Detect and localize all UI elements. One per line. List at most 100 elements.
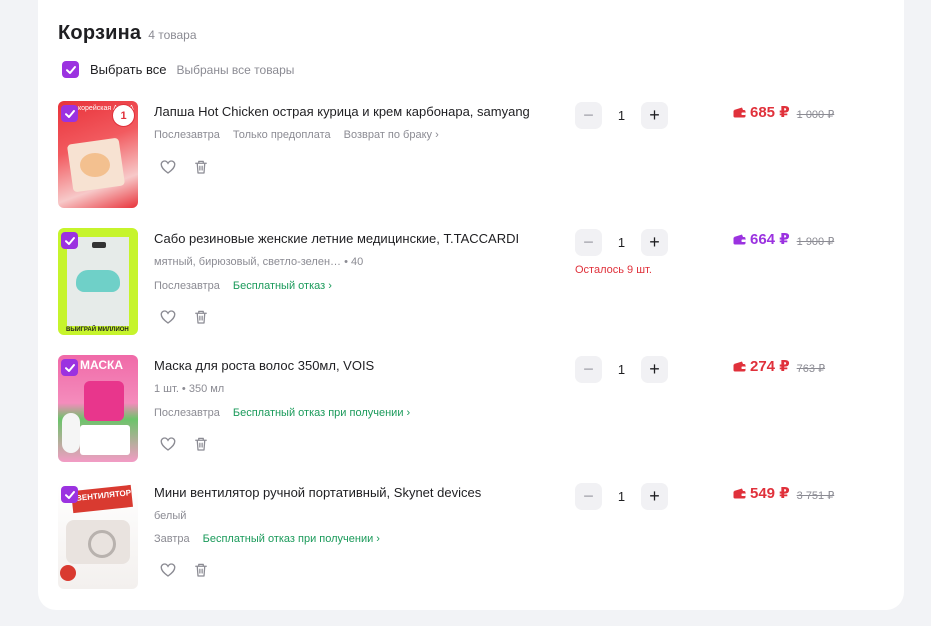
- product-image[interactable]: ВЫИГРАЙ МИЛЛИОН: [58, 228, 138, 335]
- free-refusal-link[interactable]: Бесплатный отказ при получении ›: [233, 407, 410, 419]
- select-all-note: Выбраны все товары: [176, 62, 295, 77]
- cart-item: ВЫИГРАЙ МИЛЛИОН Сабо резиновые женские л…: [58, 228, 898, 338]
- check-icon: [64, 490, 75, 499]
- delete-button[interactable]: [192, 435, 210, 453]
- delivery-info: Завтра Бесплатный отказ при получении ›: [154, 533, 393, 545]
- delivery-date: Послезавтра: [154, 280, 220, 292]
- cart-title: Корзина: [58, 22, 142, 44]
- quantity-value: 1: [617, 108, 626, 123]
- check-icon: [64, 363, 75, 372]
- quantity-value: 1: [617, 489, 626, 504]
- check-icon: [64, 109, 75, 118]
- delivery-date: Завтра: [154, 533, 190, 545]
- increase-button[interactable]: +: [641, 483, 668, 510]
- quantity-stepper: − 1 +: [575, 102, 668, 129]
- wallet-icon: [733, 107, 746, 117]
- increase-button[interactable]: +: [641, 229, 668, 256]
- select-all-row[interactable]: Выбрать все Выбраны все товары: [62, 61, 294, 78]
- wallet-icon: [733, 488, 746, 498]
- current-price: 685 ₽: [733, 103, 790, 121]
- heart-icon: [160, 563, 176, 577]
- current-price: 664 ₽: [733, 230, 790, 248]
- old-price: 1 000 ₽: [796, 108, 835, 121]
- return-policy-link[interactable]: Возврат по браку ›: [344, 129, 439, 141]
- variant-info: белый: [154, 510, 199, 522]
- quantity-badge: 1: [112, 104, 135, 127]
- delivery-date: Послезавтра: [154, 407, 220, 419]
- delete-button[interactable]: [192, 308, 210, 326]
- increase-button[interactable]: +: [641, 102, 668, 129]
- item-actions: [159, 561, 225, 579]
- price-block: 664 ₽ 1 900 ₽: [733, 230, 834, 248]
- old-price: 763 ₽: [796, 362, 826, 375]
- favorite-button[interactable]: [159, 561, 177, 579]
- item-actions: [159, 435, 225, 453]
- decrease-button[interactable]: −: [575, 102, 602, 129]
- price-value: 685 ₽: [750, 104, 790, 121]
- decrease-button[interactable]: −: [575, 483, 602, 510]
- cart-header: Корзина 4 товара: [58, 22, 197, 45]
- payment-note: Только предоплата: [232, 129, 331, 141]
- old-price: 1 900 ₽: [796, 235, 835, 248]
- item-actions: [159, 158, 225, 176]
- quantity-value: 1: [617, 235, 626, 250]
- favorite-button[interactable]: [159, 308, 177, 326]
- wallet-icon: [733, 361, 746, 371]
- cart-item: корейская АПША 1 Лапша Hot Chicken остра…: [58, 101, 898, 211]
- current-price: 274 ₽: [733, 357, 790, 375]
- decrease-button[interactable]: −: [575, 229, 602, 256]
- delivery-info: Послезавтра Только предоплата Возврат по…: [154, 129, 452, 141]
- heart-icon: [160, 310, 176, 324]
- quantity-stepper: − 1 +: [575, 483, 668, 510]
- variant-info: мятный, бирюзовый, светло-зелен… • 40: [154, 256, 376, 268]
- product-name[interactable]: Маска для роста волос 350мл, VOIS: [154, 358, 374, 373]
- cart-panel: Корзина 4 товара Выбрать все Выбраны все…: [38, 0, 904, 610]
- price-value: 549 ₽: [750, 485, 790, 502]
- price-value: 274 ₽: [750, 358, 790, 375]
- price-block: 549 ₽ 3 751 ₽: [733, 484, 834, 502]
- quantity-value: 1: [617, 362, 626, 377]
- item-checkbox[interactable]: [61, 232, 78, 249]
- variant-text: 1 шт. • 350 мл: [154, 383, 225, 395]
- decrease-button[interactable]: −: [575, 356, 602, 383]
- product-name[interactable]: Сабо резиновые женские летние медицински…: [154, 231, 519, 246]
- current-price: 549 ₽: [733, 484, 790, 502]
- heart-icon: [160, 160, 176, 174]
- increase-button[interactable]: +: [641, 356, 668, 383]
- trash-icon: [195, 563, 207, 577]
- select-all-checkbox[interactable]: [62, 61, 79, 78]
- delivery-info: Послезавтра Бесплатный отказ при получен…: [154, 407, 423, 419]
- trash-icon: [195, 310, 207, 324]
- delivery-date: Послезавтра: [154, 129, 220, 141]
- quantity-stepper: − 1 +: [575, 229, 668, 256]
- item-actions: [159, 308, 225, 326]
- product-image[interactable]: корейская АПША 1: [58, 101, 138, 208]
- wallet-icon: [733, 234, 746, 244]
- item-checkbox[interactable]: [61, 486, 78, 503]
- product-image[interactable]: ВЕНТИЛЯТОР: [58, 482, 138, 589]
- delete-button[interactable]: [192, 561, 210, 579]
- free-refusal-link[interactable]: Бесплатный отказ ›: [233, 280, 332, 292]
- variant-text: мятный, бирюзовый, светло-зелен… • 40: [154, 256, 364, 268]
- select-all-label[interactable]: Выбрать все: [90, 62, 166, 77]
- quantity-stepper: − 1 +: [575, 356, 668, 383]
- product-name[interactable]: Мини вентилятор ручной портативный, Skyn…: [154, 485, 481, 500]
- old-price: 3 751 ₽: [796, 489, 835, 502]
- product-name[interactable]: Лапша Hot Chicken острая курица и крем к…: [154, 104, 530, 119]
- delete-button[interactable]: [192, 158, 210, 176]
- favorite-button[interactable]: [159, 158, 177, 176]
- free-refusal-link[interactable]: Бесплатный отказ при получении ›: [203, 533, 380, 545]
- price-value: 664 ₽: [750, 231, 790, 248]
- heart-icon: [160, 437, 176, 451]
- item-checkbox[interactable]: [61, 359, 78, 376]
- item-checkbox[interactable]: [61, 105, 78, 122]
- favorite-button[interactable]: [159, 435, 177, 453]
- trash-icon: [195, 160, 207, 174]
- thumb-caption: МАСКА: [80, 358, 124, 372]
- cart-item-count: 4 товара: [148, 28, 197, 42]
- price-block: 274 ₽ 763 ₽: [733, 357, 825, 375]
- trash-icon: [195, 437, 207, 451]
- product-image[interactable]: МАСКА: [58, 355, 138, 462]
- thumb-caption: ВЫИГРАЙ МИЛЛИОН: [66, 327, 129, 333]
- cart-item: МАСКА Маска для роста волос 350мл, VOIS …: [58, 355, 898, 465]
